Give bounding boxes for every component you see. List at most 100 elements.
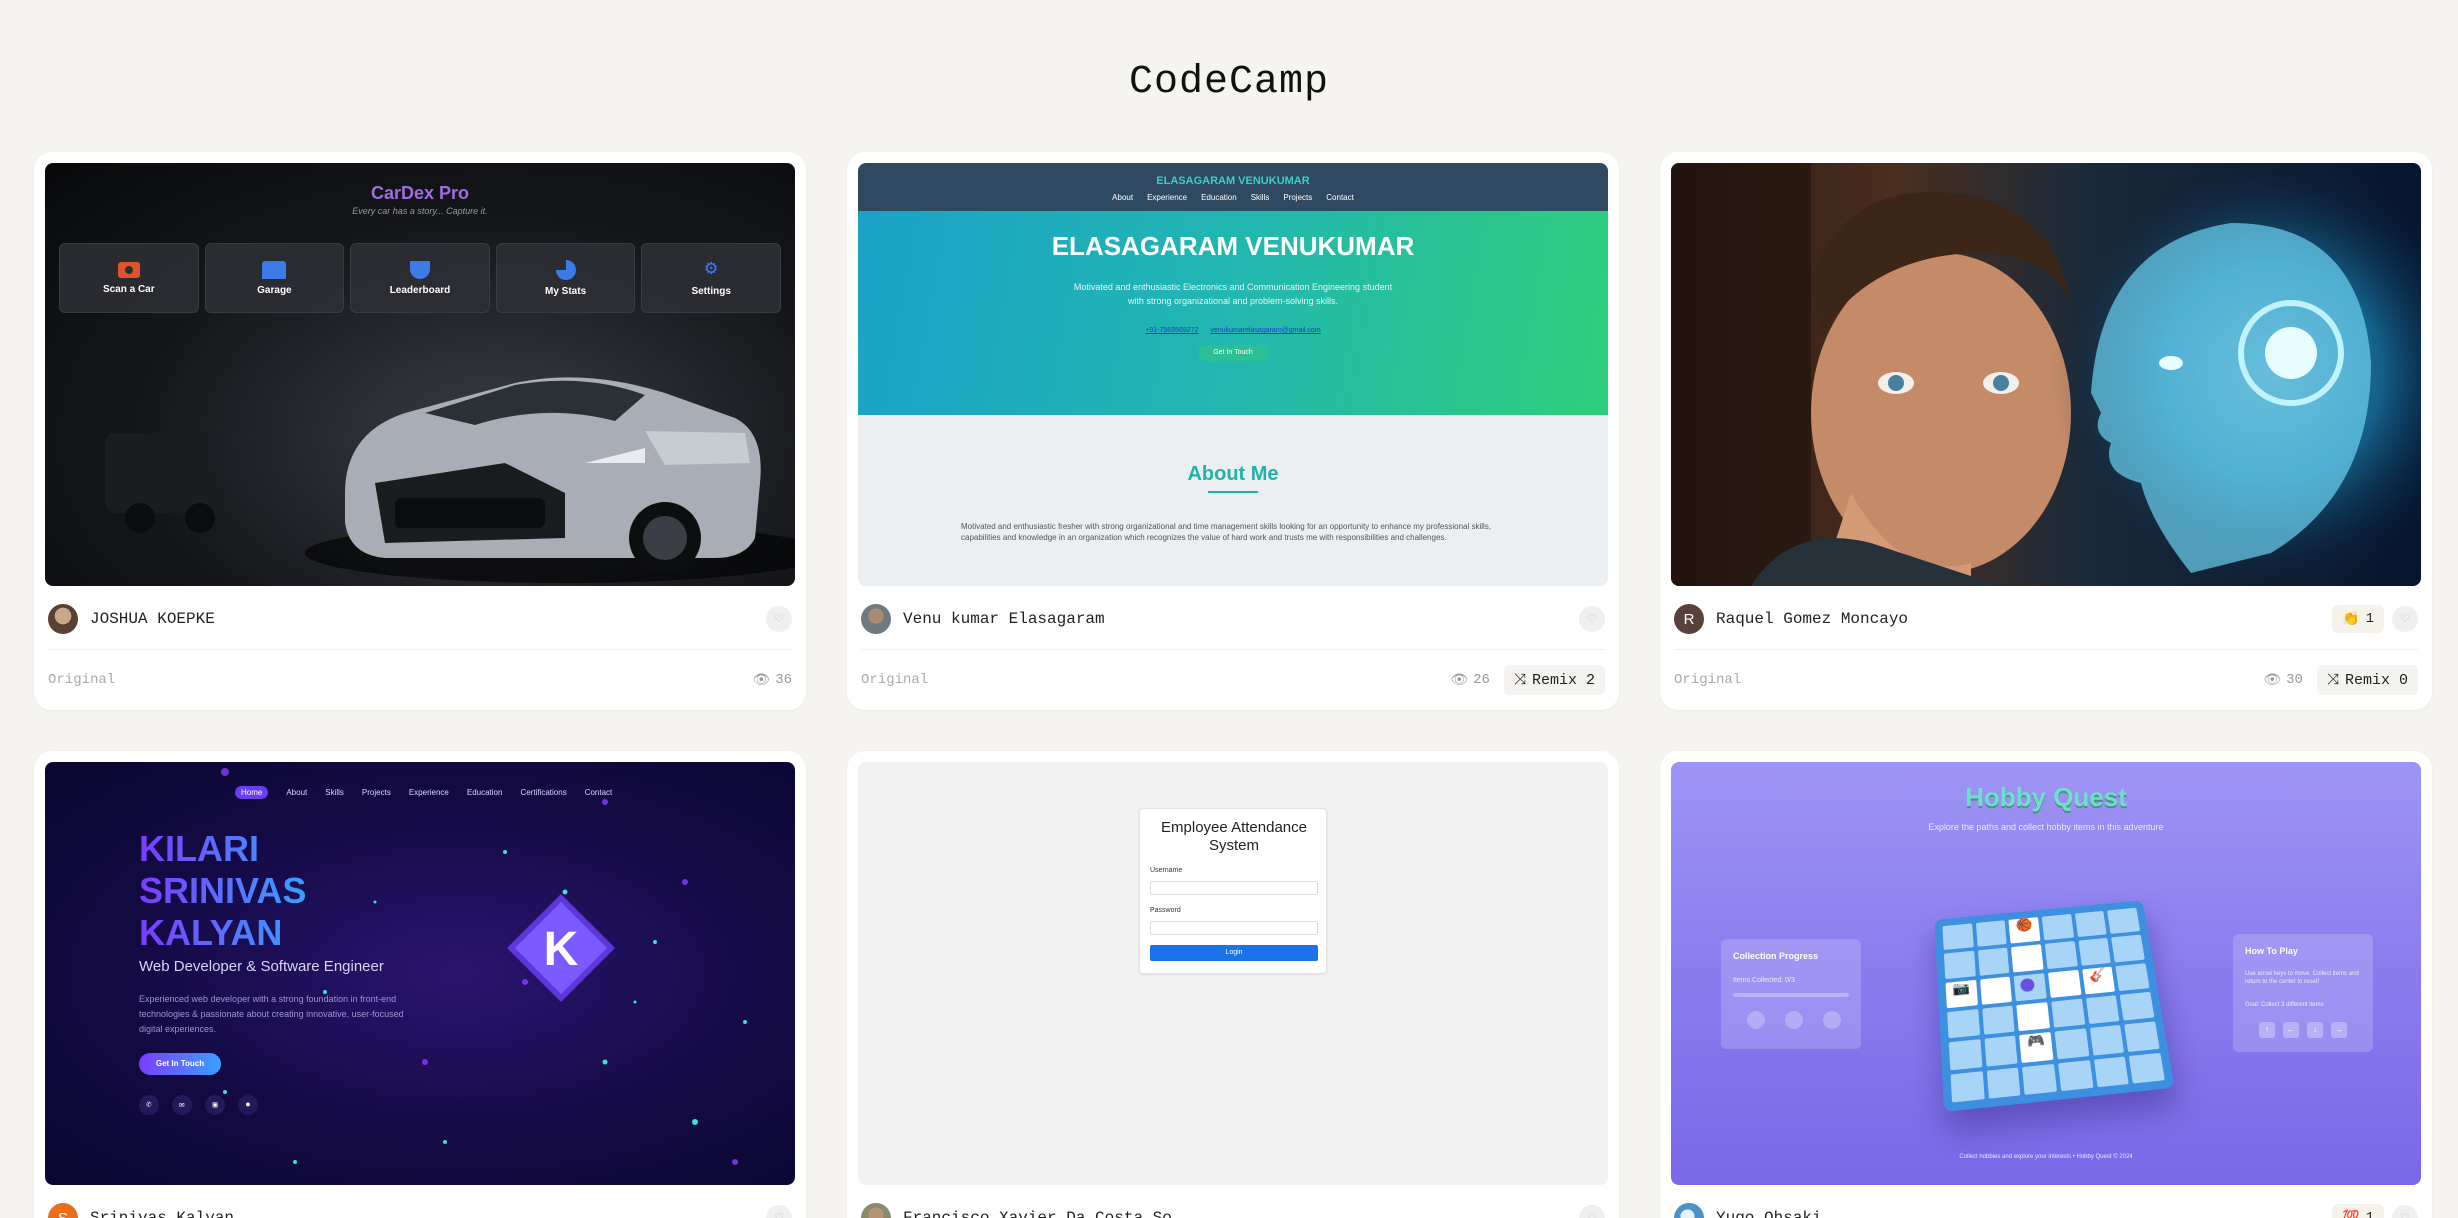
arrow-right-key[interactable]: → [2331,1022,2347,1038]
hero-bio: Experienced web developer with a strong … [139,994,404,1034]
like-icon[interactable]: ♡ [1579,1205,1605,1218]
basketball-icon: 🏀 [2008,917,2041,944]
author-name[interactable]: Venu kumar Elasagaram [903,610,1105,628]
hero-cta-button[interactable]: Get In Touch [139,1053,221,1075]
camera-icon: 📷 [1945,979,1978,1009]
card-footer: Original 👁 26 ⤨ Remix 2 [861,664,1605,696]
login-button[interactable]: Login [1150,945,1318,961]
project-card[interactable]: Hobby Quest Explore the paths and collec… [1660,751,2432,1218]
view-count: 👁 36 [752,672,792,689]
project-card[interactable]: Employee Attendance System Username Pass… [847,751,1619,1218]
player-icon [2020,977,2036,992]
linkedin-icon[interactable]: ▣ [205,1095,225,1115]
clap-icon: 👏 [2342,611,2360,628]
avatar[interactable]: R [1674,604,1704,634]
remix-button[interactable]: ⤨ Remix 0 [2316,665,2418,695]
author-row: Yugo Ohsaki 💯1 ♡ [1674,1201,2418,1218]
project-thumbnail[interactable]: Home About Skills Projects Experience Ed… [45,762,795,1185]
author-row: Francisco Xavier Da Costa So... ♡ [861,1201,1605,1218]
like-icon[interactable]: ♡ [2392,606,2418,632]
game-title: Hobby Quest [1965,782,2127,812]
project-thumbnail[interactable]: Hobby Quest Explore the paths and collec… [1671,762,2421,1185]
like-icon[interactable]: ♡ [1579,606,1605,632]
phone-icon[interactable]: ✆ [139,1095,159,1115]
author-name[interactable]: Yugo Ohsaki [1716,1209,1822,1218]
eye-icon: 👁 [1450,672,1469,689]
project-card[interactable]: Home About Skills Projects Experience Ed… [34,751,806,1218]
author-name[interactable]: Srinivas Kalyan [90,1209,234,1218]
eye-icon: 👁 [2263,672,2282,689]
project-thumbnail[interactable]: Employee Attendance System Username Pass… [858,762,1608,1185]
hundred-points-icon: 💯 [2342,1210,2359,1218]
author-row: S Srinivas Kalyan ♡ [48,1201,792,1218]
author-name[interactable]: Francisco Xavier Da Costa So... [903,1209,1201,1218]
username-label: Username [1150,867,1183,874]
remix-button[interactable]: ⤨ Remix 2 [1503,665,1605,695]
divider [48,649,792,650]
preview-nav: Home About Skills Projects Experience Ed… [235,786,612,799]
menu-tile[interactable]: ⚙ Settings [641,243,781,313]
view-count: 👁 26 [1450,672,1490,689]
car-illustration [105,377,795,583]
social-links: ✆ ✉ ▣ ● [139,1095,258,1115]
howto-text: Use arrow keys to move. Collect items an… [2245,971,2359,985]
avatar[interactable]: S [48,1203,78,1218]
avatar[interactable] [48,604,78,634]
menu-tile-label: My Stats [545,285,587,297]
email-icon[interactable]: ✉ [172,1095,192,1115]
section-text: Motivated and enthusiastic fresher with … [961,522,1492,542]
project-card[interactable]: ELASAGARAM VENUKUMAR About Experience Ed… [847,152,1619,710]
avatar[interactable] [861,604,891,634]
hero-contacts: +91-7569569272 venukumarelasagaram@gmail… [1145,327,1321,334]
progress-title: Collection Progress [1733,951,1819,961]
github-icon[interactable]: ● [238,1095,258,1115]
guitar-icon: 🎸 [2081,966,2116,995]
section-underline [1208,491,1258,493]
preview-hero: ELASAGARAM VENUKUMAR Motivated and enthu… [858,211,1608,415]
login-card: Employee Attendance System Username Pass… [1139,808,1327,974]
password-label: Password [1150,907,1181,914]
game-board[interactable]: 🏀 📷 🎸 🎮 [1934,900,2175,1112]
like-icon[interactable]: ♡ [766,1205,792,1218]
trophy-icon [409,260,430,279]
preview-navbar: ELASAGARAM VENUKUMAR About Experience Ed… [858,163,1608,211]
garage-icon [262,260,287,279]
camera-icon [117,261,140,278]
card-footer: Original 👁 30 ⤨ Remix 0 [1674,664,2418,696]
avatar[interactable] [1674,1203,1704,1218]
progress-panel: Collection Progress Items Collected: 0/3 [1721,939,1861,1049]
howto-goal: Goal: Collect 3 different items [2245,1002,2324,1008]
howto-title: How To Play [2245,946,2298,956]
menu-tile[interactable]: My Stats [495,243,636,313]
menu-tile-label: Garage [257,284,292,296]
project-card[interactable]: CarDex Pro Every car has a story... Capt… [34,152,806,710]
arrow-down-key[interactable]: ↓ [2307,1022,2323,1038]
reaction-badge[interactable]: 💯1 [2332,1204,2384,1218]
hero-role: Web Developer & Software Engineer [139,958,384,975]
project-thumbnail[interactable]: CarDex Pro Every car has a story... Capt… [45,163,795,586]
progress-bar [1733,993,1849,997]
arrow-up-key[interactable]: ↑ [2259,1022,2275,1038]
project-thumbnail[interactable] [1671,163,2421,586]
eye-icon: 👁 [752,672,771,689]
like-icon[interactable]: ♡ [2392,1205,2418,1218]
arrow-left-key[interactable]: ← [2283,1022,2299,1038]
item-slots [1747,1011,1841,1029]
hero-cta-button[interactable]: Get In Touch [1198,345,1268,361]
shuffle-icon: ⤨ [2326,672,2339,689]
preview-brand: ELASAGARAM VENUKUMAR [1156,175,1310,187]
author-name[interactable]: Raquel Gomez Moncayo [1716,610,1908,628]
project-thumbnail[interactable]: ELASAGARAM VENUKUMAR About Experience Ed… [858,163,1608,586]
reaction-badge[interactable]: 👏 1 [2332,605,2384,633]
menu-tile[interactable]: Scan a Car [59,243,199,313]
like-icon[interactable]: ♡ [766,606,792,632]
menu-tile[interactable]: Leaderboard [350,243,490,313]
username-input[interactable] [1150,881,1318,895]
password-input[interactable] [1150,921,1318,935]
avatar[interactable] [861,1203,891,1218]
author-name[interactable]: JOSHUA KOEPKE [90,610,215,628]
logo-letter: K [543,923,579,976]
menu-tile[interactable]: Garage [204,243,345,313]
arrow-keys: ↑ ← ↓ → [2259,1022,2347,1038]
project-card[interactable]: R Raquel Gomez Moncayo 👏 1 ♡ Original 👁 30… [1660,152,2432,710]
